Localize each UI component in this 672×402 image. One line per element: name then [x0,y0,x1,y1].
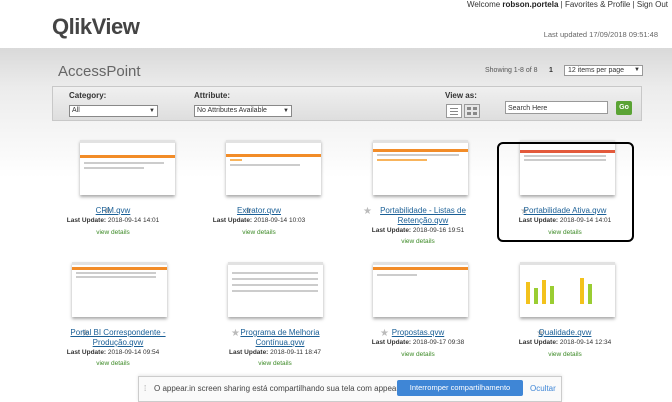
go-button[interactable]: Go [616,101,632,115]
chevron-down-icon: ▼ [149,108,155,114]
username: robson.portela [502,0,559,9]
last-update-text: Last Update: 2018-09-16 19:51 [371,227,465,234]
page-number[interactable]: 1 [549,67,553,74]
view-as-label: View as: [445,91,477,100]
document-link[interactable]: CRM.qvw [48,206,178,216]
attribute-value: No Attributes Available [197,107,267,114]
last-update-text: Last Update: 2018-09-11 18:47 [228,349,322,356]
document-card: ★ Qualidade.qvw Last Update: 2018-09-14 … [500,262,630,372]
view-details-link[interactable]: view details [48,360,178,367]
document-thumbnail[interactable] [80,140,175,195]
search-placeholder: Search Here [508,105,548,112]
document-card: ★ Extrator.qvw Last Update: 2018-09-14 1… [194,140,324,250]
list-view-icon[interactable] [446,104,462,118]
category-value: All [72,107,80,114]
document-thumbnail[interactable] [373,262,468,317]
chevron-down-icon: ▼ [283,108,289,114]
document-card: ★ CRM.qvw Last Update: 2018-09-14 14:01 … [48,140,178,250]
document-card: ★ Propostas.qvw Last Update: 2018-09-17 … [353,262,483,372]
document-link[interactable]: Qualidade.qvw [500,328,630,338]
hide-link[interactable]: Ocultar [530,384,556,393]
document-thumbnail[interactable] [520,262,615,317]
last-update-text: Last Update: 2018-09-17 09:38 [371,339,465,346]
welcome-prefix: Welcome [467,0,503,9]
last-update-text: Last Update: 2018-09-14 09:54 [66,349,160,356]
selected-card-highlight [497,142,634,242]
document-link[interactable]: Portal BI Correspondente - Produção.qvw [58,328,178,348]
document-card: ★ Programa de Melhoria Contínua.qvw Last… [210,262,340,372]
view-details-link[interactable]: view details [353,238,483,245]
chevron-down-icon: ▼ [634,67,640,73]
sign-out-link[interactable]: Sign Out [637,0,668,9]
last-update-text: Last Update: 2018-09-14 14:01 [66,217,160,224]
items-per-page-value: 12 items per page [568,67,625,74]
last-updated-text: Last updated 17/09/2018 09:51:48 [543,30,658,39]
view-details-link[interactable]: view details [194,229,324,236]
stop-sharing-button[interactable]: Interromper compartilhamento [397,380,523,396]
document-thumbnail[interactable] [72,262,167,317]
favorites-profile-link[interactable]: Favorites & Profile [565,0,630,9]
page-title: AccessPoint [58,63,141,80]
showing-count: Showing 1-8 of 8 [485,67,538,74]
attribute-select[interactable]: No Attributes Available ▼ [194,105,292,117]
category-select[interactable]: All ▼ [69,105,158,117]
attribute-label: Attribute: [194,91,230,100]
view-details-link[interactable]: view details [48,229,178,236]
qlikview-logo[interactable]: QlikView [52,14,140,40]
grid-view-icon[interactable] [464,104,480,118]
document-link[interactable]: Extrator.qvw [194,206,324,216]
document-thumbnail[interactable] [226,140,321,195]
view-details-link[interactable]: view details [500,351,630,358]
view-details-link[interactable]: view details [353,351,483,358]
welcome-area: Welcome robson.portela | Favorites & Pro… [467,0,668,9]
document-thumbnail[interactable] [228,262,323,317]
document-link[interactable]: Propostas.qvw [353,328,483,338]
document-link[interactable]: Portabilidade - Listas de Retenção.qvw [363,206,483,226]
logo-text: QlikView [52,14,140,39]
last-update-text: Last Update: 2018-09-14 10:03 [212,217,306,224]
view-details-link[interactable]: view details [210,360,340,367]
category-label: Category: [69,91,107,100]
document-thumbnail[interactable] [373,140,468,195]
top-bar: Welcome robson.portela | Favorites & Pro… [0,0,672,48]
screen-share-bar: ⁞ O appear.in screen sharing está compar… [138,376,562,402]
share-message: O appear.in screen sharing está comparti… [154,384,410,393]
document-card: ★ Portabilidade - Listas de Retenção.qvw… [353,140,483,250]
document-card: ★ Portal BI Correspondente - Produção.qv… [48,262,178,372]
search-input[interactable]: Search Here [505,101,608,114]
last-update-text: Last Update: 2018-09-14 12:34 [518,339,612,346]
document-link[interactable]: Programa de Melhoria Contínua.qvw [220,328,340,348]
items-per-page-select[interactable]: 12 items per page ▼ [564,65,643,76]
drag-handle-icon[interactable]: ⁞ [144,384,146,393]
